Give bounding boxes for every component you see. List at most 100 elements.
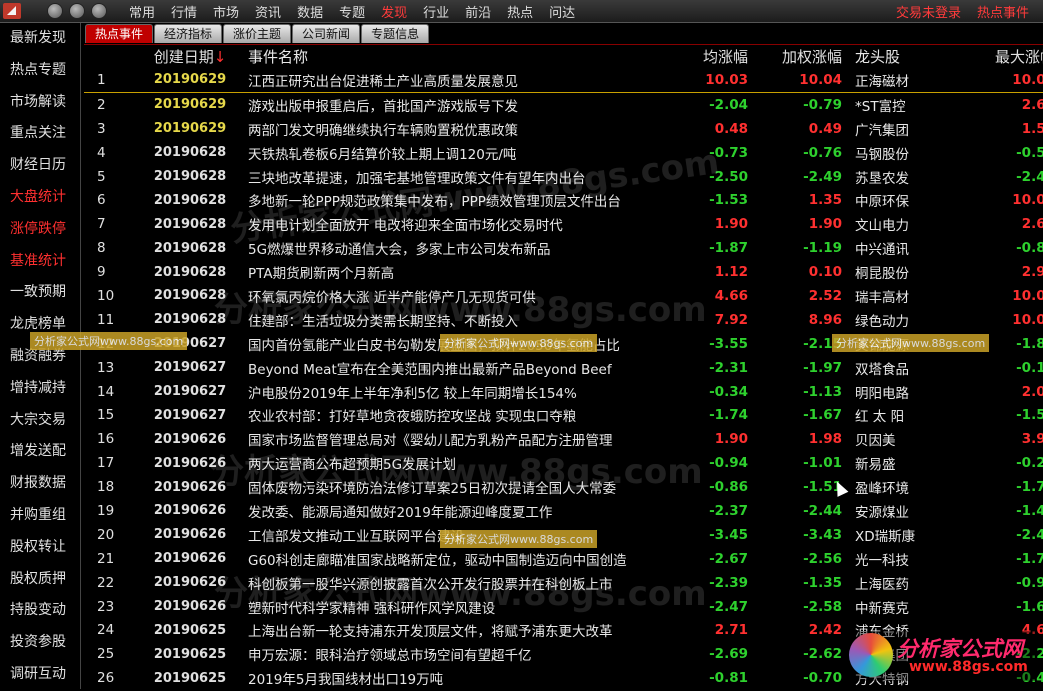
table-row[interactable]: 16 20190626 国家市场监督管理总局对《婴幼儿配方乳粉产品配方注册管理 1.9… [84, 427, 1043, 451]
row-avg-change: -2.04 [709, 96, 748, 113]
table-header-row: 创建日期↓ 事件名称 均涨幅 加权涨幅 龙头股 最大涨幅 [84, 45, 1043, 68]
table-row[interactable]: 4 20190628 天铁热轧卷板6月结算价较上期上调120元/吨 -0.73 -0.7… [84, 141, 1043, 165]
row-weighted-change: -1.97 [803, 359, 842, 376]
table-row[interactable]: 1 20190629 江西正研究出台促进稀土产业高质量发展意见 10.03 10.04 正… [84, 68, 1043, 93]
hot-events-link[interactable]: 热点事件 [977, 2, 1029, 21]
table-row[interactable]: 23 20190626 塑新时代科学家精神 强科研作风学风建设 -2.47 -2.58 中… [84, 595, 1043, 619]
watermark-banner: 分析家公式网www.88gs.com [440, 530, 598, 548]
sidebar-item[interactable]: 财报数据 [0, 468, 80, 500]
table-row[interactable]: 17 20190626 两大运营商公布超预期5G发展计划 -0.94 -1.01 新易盛 -… [84, 451, 1043, 475]
row-max-change: -1.73 [1016, 479, 1043, 496]
header-leader[interactable]: 龙头股 [842, 45, 965, 68]
row-event-name: 发改委、能源局通知做好2019年能源迎峰度夏工作 [248, 504, 553, 521]
row-weighted-change: -1.19 [803, 240, 842, 257]
table-row[interactable]: 15 20190627 农业农村部：打好草地贪夜蛾防控攻坚战 实现虫口夺粮 -1.74… [84, 403, 1043, 427]
row-avg-change: 4.66 [714, 287, 748, 304]
menu-item[interactable]: 资讯 [247, 2, 289, 21]
sidebar-item[interactable]: 大宗交易 [0, 405, 80, 437]
login-status[interactable]: 交易未登录 [896, 2, 961, 21]
menu-item[interactable]: 前沿 [457, 2, 499, 21]
table-row[interactable]: 9 20190628 PTA期货刷新两个月新高 1.12 0.10 桐昆股份 2.99 [84, 260, 1043, 284]
menu-bar: 常用 行情 市场 资讯 数据 专题 发现 行业 前沿 热点 问达 交易未登录 热点事件 [0, 0, 1043, 23]
menu-item[interactable]: 数据 [289, 2, 331, 21]
table-row[interactable]: 13 20190627 Beyond Meat宣布在全美范围内推出最新产品Beyon… [84, 356, 1043, 380]
row-max-change: -2.41 [1016, 526, 1043, 543]
sort-desc-icon: ↓ [213, 48, 227, 66]
row-event-name: 5G燃爆世界移动通信大会，多家上市公司发布新品 [248, 242, 551, 259]
table-row[interactable]: 19 20190626 发改委、能源局通知做好2019年能源迎峰度夏工作 -2.37 -… [84, 499, 1043, 523]
row-date: 20190627 [153, 384, 227, 400]
header-max[interactable]: 最大涨幅 [965, 45, 1043, 68]
row-date: 20190625 [153, 622, 227, 638]
row-date: 20190626 [153, 431, 227, 447]
menu-item[interactable]: 问达 [541, 2, 583, 21]
row-event-name: 塑新时代科学家精神 强科研作风学风建设 [248, 600, 496, 617]
table-row[interactable]: 10 20190628 环氧氯丙烷价格大涨 近半产能停产几无现货可供 4.66 2.52… [84, 284, 1043, 308]
sidebar-item[interactable]: 投资参股 [0, 627, 80, 659]
sidebar-item[interactable]: 重点关注 [0, 118, 80, 150]
table-row[interactable]: 7 20190628 发用电计划全面放开 电改将迎来全面市场化交易时代 1.90 1.9… [84, 212, 1043, 236]
sidebar-item[interactable]: 基准统计 [0, 246, 80, 278]
header-weighted[interactable]: 加权涨幅 [748, 45, 842, 68]
watermark-banner: 分析家公式网www.88gs.com [30, 332, 188, 350]
row-avg-change: -3.45 [709, 526, 748, 543]
sidebar-item[interactable]: 涨停跌停 [0, 214, 80, 246]
table-row[interactable]: 5 20190628 三块地改革提速，加强宅基地管理政策文件有望年内出台 -2.50 -… [84, 165, 1043, 189]
menu-item[interactable]: 发现 [373, 2, 415, 21]
sidebar-item[interactable]: 增持减持 [0, 373, 80, 405]
brand-logo: 分析家公式网 www.88gs.com [845, 631, 1035, 681]
table-row[interactable]: 11 20190628 住建部：生活垃圾分类需长期坚持、不断投入 7.92 8.96 绿色… [84, 308, 1043, 332]
menu-item[interactable]: 行业 [415, 2, 457, 21]
menu-item[interactable]: 热点 [499, 2, 541, 21]
tab[interactable]: 热点事件 [85, 24, 154, 43]
menu-item[interactable]: 专题 [331, 2, 373, 21]
table-row[interactable]: 21 20190626 G60科创走廊瞄准国家战略新定位，驱动中国制造迈向中国创造 -… [84, 547, 1043, 571]
sidebar-item[interactable]: 大盘统计 [0, 182, 80, 214]
menu-item[interactable]: 行情 [163, 2, 205, 21]
table-row[interactable]: 18 20190626 固体废物污染环境防治法修订草案25日初次提请全国人大常委 -0… [84, 475, 1043, 499]
header-date[interactable]: 创建日期↓ [134, 45, 246, 68]
table-row[interactable]: 14 20190627 沪电股份2019年上半年净利5亿 较上年同期增长154% -0… [84, 380, 1043, 404]
row-avg-change: -2.31 [709, 359, 748, 376]
header-name[interactable]: 事件名称 [246, 45, 676, 68]
row-avg-change: -0.81 [709, 670, 748, 687]
watermark-banner: 分析家公式网www.88gs.com [440, 334, 598, 352]
row-no: 7 [97, 216, 106, 233]
sidebar-item[interactable]: 市场解读 [0, 87, 80, 119]
row-weighted-change: -2.49 [803, 168, 842, 185]
row-event-name: 多地新一轮PPP规范政策集中发布，PPP绩效管理顶层文件出台 [248, 194, 621, 211]
table-row[interactable]: 6 20190628 多地新一轮PPP规范政策集中发布，PPP绩效管理顶层文件出台 -… [84, 188, 1043, 212]
table-row[interactable]: 3 20190629 两部门发文明确继续执行车辆购置税优惠政策 0.48 0.49 广汽集… [84, 117, 1043, 141]
menu-item[interactable]: 常用 [121, 2, 163, 21]
sidebar-item[interactable]: 股权质押 [0, 564, 80, 596]
row-event-name: 上海出台新一轮支持浦东开发顶层文件，将赋予浦东更大改革 [248, 624, 613, 641]
tab[interactable]: 经济指标 [154, 24, 223, 43]
sidebar-item[interactable]: 股权转让 [0, 532, 80, 564]
row-leader-stock: 中兴通讯 [855, 242, 909, 259]
tab[interactable]: 公司新闻 [292, 24, 361, 43]
sidebar-item[interactable]: 并购重组 [0, 500, 80, 532]
sidebar-item[interactable]: 增发送配 [0, 436, 80, 468]
table-row[interactable]: 2 20190629 游戏出版申报重启后，首批国产游戏版号下发 -2.04 -0.79 *… [84, 92, 1043, 116]
sidebar-item[interactable]: 最新发现 [0, 23, 80, 55]
row-weighted-change: -1.67 [803, 407, 842, 424]
sidebar-item[interactable]: 持股变动 [0, 595, 80, 627]
sidebar-item[interactable]: 财经日历 [0, 150, 80, 182]
restore-button[interactable] [69, 3, 85, 19]
sidebar-item[interactable]: 热点专题 [0, 55, 80, 87]
row-avg-change: -0.34 [709, 383, 748, 400]
header-avg[interactable]: 均涨幅 [676, 45, 748, 68]
sidebar-item[interactable]: 一致预期 [0, 277, 80, 309]
close-button[interactable] [91, 3, 107, 19]
table-row[interactable]: 8 20190628 5G燃爆世界移动通信大会，多家上市公司发布新品 -1.87 -1.… [84, 236, 1043, 260]
tab[interactable]: 涨价主题 [223, 24, 292, 43]
minimize-button[interactable] [47, 3, 63, 19]
row-max-change: -0.58 [1016, 144, 1043, 161]
row-leader-stock: 苏垦农发 [855, 170, 909, 187]
menu-item[interactable]: 市场 [205, 2, 247, 21]
row-no: 24 [97, 622, 115, 639]
tab[interactable]: 专题信息 [361, 24, 430, 43]
table-row[interactable]: 22 20190626 科创板第一股华兴源创披露首次公开发行股票并在科创板上市 -2.… [84, 571, 1043, 595]
row-no: 2 [97, 96, 106, 113]
sidebar-item[interactable]: 调研互动 [0, 659, 80, 691]
